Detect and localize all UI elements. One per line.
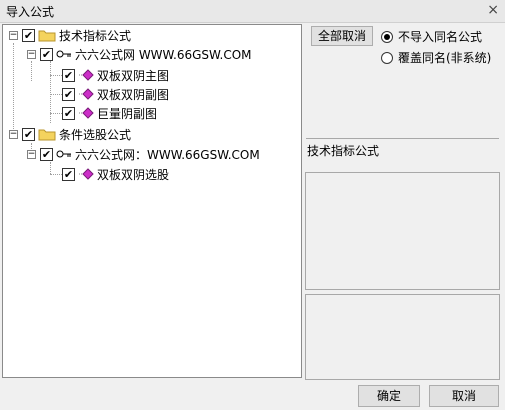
tree-line bbox=[50, 75, 62, 76]
tree-line bbox=[31, 61, 32, 81]
tree-line bbox=[50, 94, 62, 95]
tree-line bbox=[50, 174, 62, 175]
folder-icon bbox=[38, 28, 56, 42]
collapse-toggle[interactable]: − bbox=[9, 30, 18, 40]
tree-line bbox=[13, 43, 14, 135]
tree-node-condition-formulas[interactable]: − ✔ 条件选股公式 bbox=[9, 125, 131, 143]
formula-icon bbox=[78, 107, 94, 119]
formula-tree[interactable]: − ✔ 技术指标公式 − ✔ 六六公式网 WWW.66GSW.COM ✔ 双板双… bbox=[2, 24, 302, 378]
tree-node-66gsw-condition[interactable]: − ✔ 六六公式网：WWW.66GSW.COM bbox=[27, 145, 260, 163]
node-checkbox[interactable]: ✔ bbox=[62, 87, 75, 101]
node-checkbox[interactable]: ✔ bbox=[62, 68, 75, 82]
tree-node-formula[interactable]: ✔ 双板双阴主图 bbox=[62, 66, 169, 84]
tree-node-66gsw-tech[interactable]: − ✔ 六六公式网 WWW.66GSW.COM bbox=[27, 45, 252, 63]
formula-type-label: 技术指标公式 bbox=[307, 144, 380, 158]
node-checkbox[interactable]: ✔ bbox=[40, 147, 53, 161]
radio-selected-dot bbox=[384, 33, 390, 40]
key-icon bbox=[56, 149, 72, 159]
ok-button[interactable]: 确定 bbox=[358, 385, 420, 407]
cancel-button[interactable]: 取消 bbox=[429, 385, 499, 407]
tree-node-formula[interactable]: ✔ 巨量阴副图 bbox=[62, 104, 157, 122]
node-label: 双板双阴主图 bbox=[97, 68, 170, 83]
node-checkbox[interactable]: ✔ bbox=[22, 127, 35, 141]
node-checkbox[interactable]: ✔ bbox=[40, 47, 53, 61]
divider bbox=[306, 138, 499, 139]
node-label: 六六公式网：WWW.66GSW.COM bbox=[75, 147, 260, 162]
radio-overwrite-duplicates[interactable]: 覆盖同名(非系统) bbox=[381, 49, 491, 66]
formula-icon bbox=[78, 168, 94, 180]
tree-line bbox=[50, 113, 62, 114]
tree-node-tech-formulas[interactable]: − ✔ 技术指标公式 bbox=[9, 26, 131, 44]
folder-icon bbox=[38, 127, 56, 141]
radio-indicator[interactable] bbox=[381, 51, 393, 64]
tree-node-formula[interactable]: ✔ 双板双阴选股 bbox=[62, 165, 169, 183]
node-checkbox[interactable]: ✔ bbox=[62, 167, 75, 181]
cancel-all-button[interactable]: 全部取消 bbox=[311, 26, 373, 46]
radio-label: 不导入同名公式 bbox=[398, 30, 483, 44]
node-label: 六六公式网 WWW.66GSW.COM bbox=[75, 47, 252, 62]
tree-line bbox=[50, 162, 51, 174]
node-label: 双板双阴选股 bbox=[97, 167, 170, 182]
close-icon[interactable]: × bbox=[487, 2, 499, 18]
collapse-toggle[interactable]: − bbox=[27, 49, 36, 59]
node-checkbox[interactable]: ✔ bbox=[22, 28, 35, 42]
window-title: 导入公式 bbox=[6, 5, 55, 19]
radio-label: 覆盖同名(非系统) bbox=[398, 51, 492, 65]
node-label: 条件选股公式 bbox=[59, 127, 132, 142]
node-label: 双板双阴副图 bbox=[97, 87, 170, 102]
formula-icon bbox=[78, 88, 94, 100]
formula-icon bbox=[78, 69, 94, 81]
collapse-toggle[interactable]: − bbox=[27, 149, 36, 159]
node-checkbox[interactable]: ✔ bbox=[62, 106, 75, 120]
collapse-toggle[interactable]: − bbox=[9, 129, 18, 139]
node-label: 巨量阴副图 bbox=[97, 106, 158, 121]
radio-skip-duplicates[interactable]: 不导入同名公式 bbox=[381, 28, 482, 45]
node-label: 技术指标公式 bbox=[59, 28, 132, 43]
title-bar: 导入公式 × bbox=[0, 0, 505, 23]
radio-indicator[interactable] bbox=[381, 30, 393, 43]
key-icon bbox=[56, 49, 72, 59]
formula-description-panel[interactable] bbox=[305, 172, 500, 290]
tree-node-formula[interactable]: ✔ 双板双阴副图 bbox=[62, 85, 169, 103]
formula-detail-panel[interactable] bbox=[305, 294, 500, 380]
